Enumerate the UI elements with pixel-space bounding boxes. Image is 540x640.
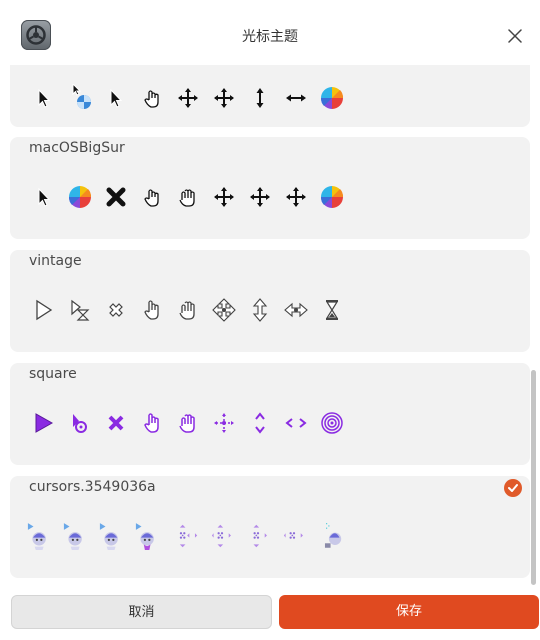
hand-cursor-icon — [138, 84, 166, 112]
close-icon[interactable] — [503, 24, 527, 48]
cancel-button[interactable]: 取消 — [11, 595, 272, 629]
grab-cursor-icon — [174, 409, 202, 437]
theme-name: cursors.3549036a — [29, 479, 156, 495]
move-cursor-icon — [282, 183, 310, 211]
theme-card[interactable]: macOSBigSur — [10, 137, 530, 239]
busy-cursor-icon — [66, 409, 94, 437]
move-cursor-icon — [208, 522, 244, 572]
anime-partial-cursor-icon — [316, 522, 342, 572]
move-cursor-icon — [210, 183, 238, 211]
grab-cursor-icon — [174, 183, 202, 211]
move-cursor-icon — [210, 409, 238, 437]
resize-horizontal-cursor-icon — [282, 296, 310, 324]
theme-card[interactable]: vintage — [10, 250, 530, 352]
x-cursor-icon — [102, 296, 130, 324]
move-cursor-icon — [210, 84, 238, 112]
x-cursor-icon — [102, 183, 130, 211]
theme-card-selected[interactable]: cursors.3549036a — [10, 476, 530, 578]
move-cursor-icon — [244, 522, 280, 572]
hourglass-cursor-icon — [318, 296, 346, 324]
theme-list[interactable]: macOSBigSur vintage square cursors.35490… — [0, 65, 540, 585]
grab-cursor-icon — [174, 296, 202, 324]
resize-horizontal-cursor-icon — [282, 84, 310, 112]
theme-name: vintage — [29, 253, 82, 269]
arrow-busy-cursor-icon — [66, 82, 94, 112]
theme-card[interactable] — [10, 65, 530, 127]
anime-arrow-cursor-icon — [132, 522, 168, 572]
arrow-cursor-icon — [30, 183, 58, 211]
busy-spinner-cursor-icon — [318, 183, 346, 211]
hand-cursor-icon — [138, 183, 166, 211]
theme-name: macOSBigSur — [29, 140, 125, 156]
spiral-cursor-icon — [318, 409, 346, 437]
window-title: 光标主题 — [242, 29, 298, 45]
resize-vertical-cursor-icon — [246, 409, 274, 437]
hand-cursor-icon — [138, 296, 166, 324]
hourglass-arrow-cursor-icon — [66, 296, 94, 324]
selected-check-icon — [504, 479, 522, 497]
busy-spinner-cursor-icon — [318, 84, 346, 112]
theme-card[interactable]: square — [10, 363, 530, 465]
arrow-cursor-icon — [30, 84, 58, 112]
save-button[interactable]: 保存 — [279, 595, 539, 629]
scrollbar[interactable] — [531, 370, 536, 585]
move-cursor-icon — [210, 296, 238, 324]
busy-spinner-cursor-icon — [66, 183, 94, 211]
hand-cursor-icon — [138, 409, 166, 437]
move-cursor-icon — [280, 522, 316, 572]
arrow-cursor-icon — [30, 296, 58, 324]
theme-name: square — [29, 366, 77, 382]
anime-arrow-cursor-icon — [96, 522, 132, 572]
resize-vertical-cursor-icon — [246, 296, 274, 324]
move-cursor-icon — [174, 84, 202, 112]
resize-horizontal-cursor-icon — [282, 409, 310, 437]
arrow-cursor-icon — [30, 409, 58, 437]
anime-arrow-cursor-icon — [24, 522, 60, 572]
move-cursor-icon — [172, 522, 208, 572]
resize-vertical-cursor-icon — [246, 84, 274, 112]
move-cursor-icon — [246, 183, 274, 211]
header-bar: 光标主题 — [0, 0, 540, 68]
x-cursor-icon — [102, 409, 130, 437]
arrow-cursor-icon — [102, 84, 130, 112]
anime-arrow-cursor-icon — [60, 522, 96, 572]
footer-bar: 取消 保存 — [0, 585, 540, 640]
